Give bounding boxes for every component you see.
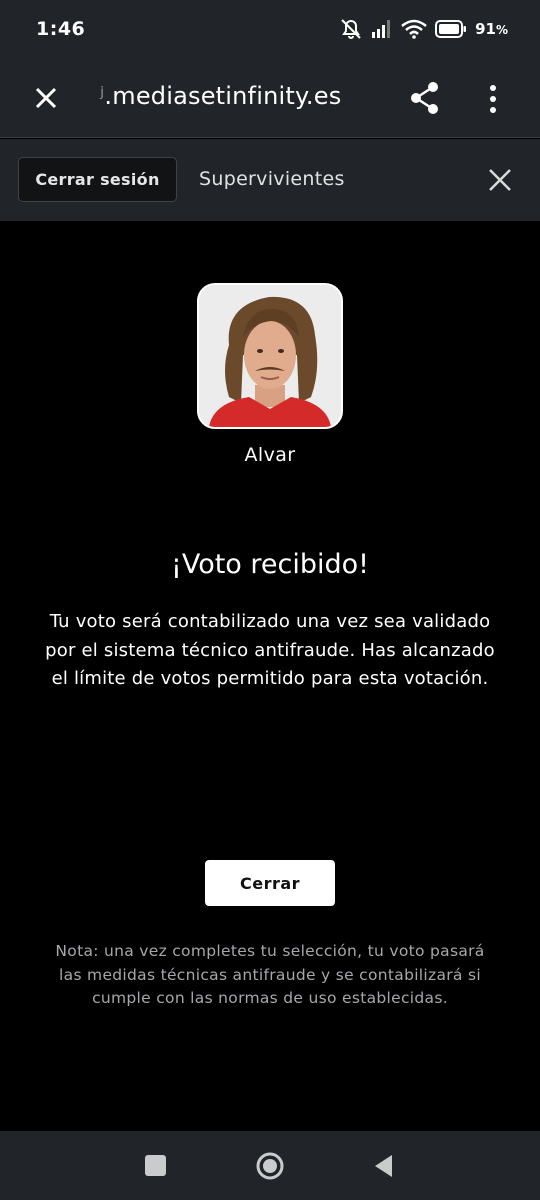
share-icon[interactable] bbox=[408, 80, 442, 116]
vote-received-title: ¡Voto recibido! bbox=[171, 549, 369, 580]
page-toolbar: Cerrar sesión Supervivientes bbox=[0, 139, 540, 221]
close-button[interactable]: Cerrar bbox=[205, 860, 335, 906]
mute-vibrate-icon bbox=[339, 18, 363, 40]
status-icons: 91% bbox=[339, 18, 508, 40]
signal-icon bbox=[371, 19, 393, 39]
recents-icon[interactable] bbox=[145, 1155, 166, 1176]
navigation-bar bbox=[0, 1131, 540, 1200]
home-icon[interactable] bbox=[256, 1152, 284, 1180]
battery-level: 91% bbox=[475, 20, 508, 38]
vote-confirmation-panel: Alvar ¡Voto recibido! Tu voto será conta… bbox=[0, 221, 540, 1131]
section-title: Supervivientes bbox=[199, 168, 345, 190]
status-time: 1:46 bbox=[36, 18, 86, 40]
url-bar[interactable]: ʲ.mediasetinfinity.es bbox=[100, 82, 341, 110]
contestant-avatar bbox=[197, 283, 343, 429]
close-icon[interactable] bbox=[486, 166, 514, 194]
more-options-icon[interactable] bbox=[480, 82, 506, 116]
antifraud-note: Nota: una vez completes tu selección, tu… bbox=[55, 942, 485, 1007]
vote-message: Tu voto será contabilizado una vez sea v… bbox=[45, 611, 495, 689]
battery-icon bbox=[435, 20, 467, 38]
close-tab-icon[interactable] bbox=[30, 82, 62, 114]
url-text: .mediasetinfinity.es bbox=[104, 82, 342, 110]
contestant-name: Alvar bbox=[244, 444, 296, 466]
status-bar: 1:46 91% bbox=[0, 0, 540, 58]
logout-button[interactable]: Cerrar sesión bbox=[18, 157, 177, 202]
wifi-icon bbox=[401, 19, 427, 39]
browser-bar: ʲ.mediasetinfinity.es bbox=[0, 58, 540, 138]
back-icon[interactable] bbox=[372, 1153, 394, 1179]
